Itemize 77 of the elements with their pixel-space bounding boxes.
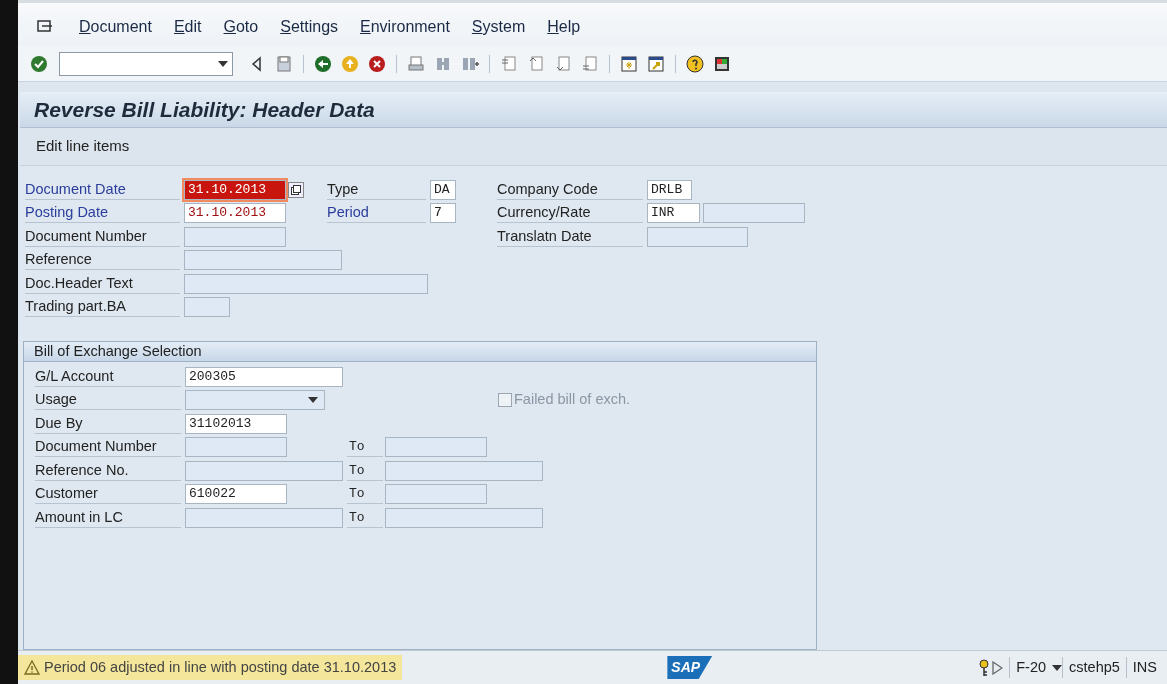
- section-title: Bill of Exchange Selection: [24, 342, 816, 362]
- calendar-icon[interactable]: [291, 184, 301, 195]
- range-label: To: [347, 437, 383, 458]
- command-field[interactable]: [59, 51, 233, 76]
- field-label: Due By: [35, 413, 181, 434]
- menu-item[interactable]: Edit: [162, 15, 213, 39]
- help-icon[interactable]: [685, 53, 705, 74]
- field-label: Document Number: [35, 437, 181, 458]
- input-field[interactable]: [185, 507, 343, 528]
- range-label: To: [347, 484, 383, 505]
- menu-item[interactable]: Document: [68, 15, 163, 39]
- input-field[interactable]: INR: [647, 203, 700, 224]
- input-field[interactable]: [647, 226, 748, 247]
- field-label: Reference No.: [35, 460, 181, 481]
- field-label: Usage: [35, 390, 181, 411]
- input-field[interactable]: DA: [430, 179, 456, 200]
- input-field[interactable]: 7: [430, 203, 456, 224]
- new-window-icon[interactable]: [619, 53, 639, 74]
- input-field[interactable]: DRLB: [647, 179, 692, 200]
- field-label: Company Code: [497, 179, 643, 200]
- menu-item[interactable]: Settings: [269, 15, 350, 39]
- field-label: Customer: [35, 484, 181, 505]
- range-label: To: [347, 460, 383, 481]
- last-page-icon[interactable]: [580, 53, 600, 74]
- input-field[interactable]: [185, 460, 343, 481]
- input-field[interactable]: [184, 297, 230, 318]
- menu-item[interactable]: Goto: [212, 15, 270, 39]
- input-field[interactable]: [385, 460, 543, 481]
- insert-mode: INS: [1125, 656, 1163, 679]
- field-label: G/L Account: [35, 366, 181, 387]
- range-label: To: [347, 507, 383, 528]
- input-field[interactable]: [703, 203, 805, 224]
- input-field[interactable]: [385, 484, 487, 505]
- input-field[interactable]: [184, 250, 342, 271]
- field-label: Amount in LC: [35, 507, 181, 528]
- menu-item[interactable]: System: [460, 15, 537, 39]
- menu-item[interactable]: Help: [536, 15, 592, 39]
- shortcut-icon[interactable]: [646, 53, 666, 74]
- first-page-icon[interactable]: [499, 53, 519, 74]
- field-label: Doc.Header Text: [25, 273, 180, 294]
- logo: SAP: [667, 656, 713, 679]
- enter-icon[interactable]: [29, 53, 49, 74]
- cancel-icon[interactable]: [367, 53, 387, 74]
- menu-item[interactable]: Environment: [349, 15, 461, 39]
- edit-line-items-button[interactable]: Edit line items: [28, 133, 138, 160]
- input-field[interactable]: 200305: [185, 366, 343, 387]
- field-label: Posting Date: [25, 203, 180, 224]
- input-field[interactable]: 31102013: [185, 413, 287, 434]
- save-icon[interactable]: [274, 53, 294, 74]
- field-label: Translatn Date: [497, 226, 643, 247]
- dropdown-arrow-icon[interactable]: [218, 60, 228, 67]
- input-field[interactable]: 31.10.2013: [184, 179, 286, 200]
- field-label: Trading part.BA: [25, 297, 180, 318]
- dropdown-arrow-icon: [308, 397, 318, 404]
- screen-title: Reverse Bill Liability: Header Data: [34, 96, 375, 123]
- input-field[interactable]: [385, 437, 487, 458]
- dropdown-field[interactable]: [185, 390, 325, 411]
- field-label: Currency/Rate: [497, 203, 643, 224]
- input-field[interactable]: 610022: [185, 484, 287, 505]
- transaction-code[interactable]: F-20: [1009, 656, 1053, 679]
- field-label: Type: [327, 179, 426, 200]
- dropdown-arrow-icon[interactable]: [1052, 664, 1063, 671]
- input-field[interactable]: 31.10.2013: [184, 203, 286, 224]
- field-label: Reference: [25, 250, 180, 271]
- server-name: cstehp5: [1062, 656, 1126, 679]
- checkbox-label: Failed bill of exch.: [514, 390, 631, 410]
- field-label: Document Number: [25, 226, 180, 247]
- field-label: Period: [327, 203, 426, 224]
- input-field[interactable]: [184, 226, 286, 247]
- input-field[interactable]: [385, 507, 543, 528]
- field-label: Document Date: [25, 179, 180, 200]
- input-field[interactable]: [184, 273, 428, 294]
- print-icon[interactable]: [406, 53, 426, 74]
- play-triangle-icon[interactable]: [991, 660, 1004, 675]
- message-text: Period 06 adjusted in line with posting date 31.10.2013: [44, 657, 397, 677]
- input-field[interactable]: [185, 437, 287, 458]
- key-icon[interactable]: [977, 658, 992, 677]
